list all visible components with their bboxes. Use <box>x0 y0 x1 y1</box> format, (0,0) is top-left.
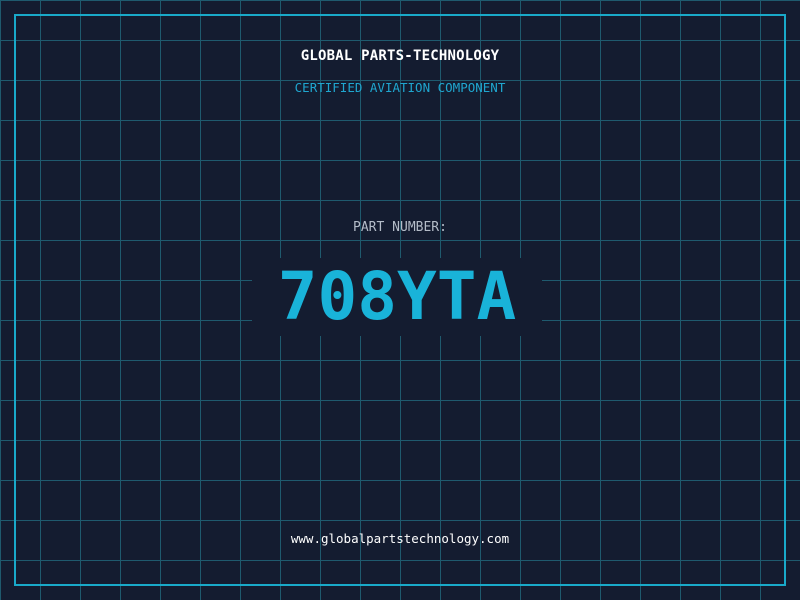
part-number-value: 708YTA <box>277 258 517 335</box>
website-url: www.globalpartstechnology.com <box>290 531 510 546</box>
part-number-label: PART NUMBER: <box>353 220 447 235</box>
certification-subtitle: CERTIFIED AVIATION COMPONENT <box>294 80 506 95</box>
part-number-panel: 708YTA <box>252 258 542 336</box>
company-title: GLOBAL PARTS-TECHNOLOGY <box>300 48 500 64</box>
